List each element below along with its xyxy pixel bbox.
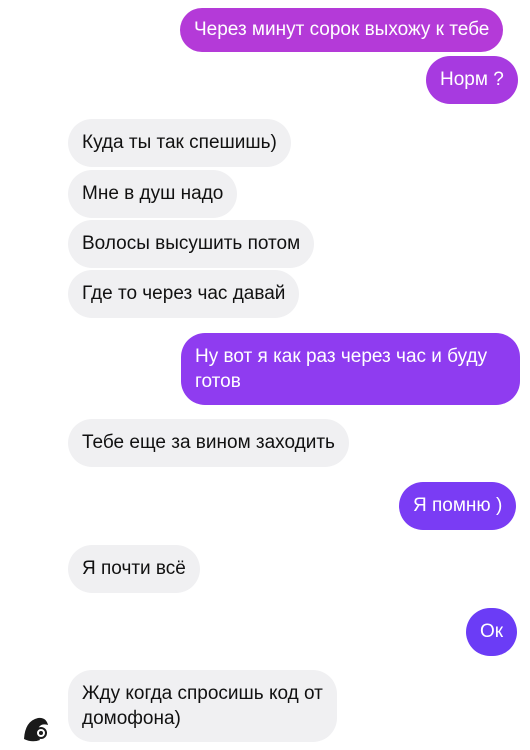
message-outgoing: Норм ?: [426, 56, 518, 104]
message-text: Где то через час давай: [82, 283, 286, 304]
message-incoming: Тебе еще за вином заходить: [68, 419, 349, 467]
message-incoming: Где то через час давай: [68, 270, 300, 318]
message-incoming: Мне в душ надо: [68, 170, 238, 218]
message-text: Ок: [480, 621, 504, 642]
message-incoming: Я почти всё: [68, 545, 200, 593]
contact-avatar-icon[interactable]: [20, 713, 52, 745]
message-text: Через минут сорок выхожу к тебе: [194, 19, 490, 40]
message-outgoing: Ок: [466, 608, 518, 656]
message-text: Я почти всё: [82, 558, 186, 579]
message-text: Я помню ): [413, 495, 503, 516]
message-text-line: Жду когда спросишь код от: [82, 683, 323, 704]
message-outgoing: Через минут сорок выхожу к тебе: [180, 8, 504, 52]
message-text-line: готов: [195, 371, 241, 392]
message-text: Тебе еще за вином заходить: [82, 432, 335, 453]
message-text-line: Ну вот я как раз через час и буду: [195, 346, 488, 367]
message-outgoing: Я помню ): [399, 482, 517, 530]
message-incoming: Куда ты так спешишь): [68, 119, 291, 167]
message-text-line: домофона): [82, 708, 181, 729]
message-outgoing: Ну вот я как раз через час и буду готов: [181, 333, 520, 405]
message-incoming: Волосы высушить потом: [68, 220, 315, 268]
message-incoming: Жду когда спросишь код от домофона): [68, 670, 337, 742]
message-text: Мне в душ надо: [82, 183, 224, 204]
message-text: Куда ты так спешишь): [82, 132, 277, 153]
message-text: Волосы высушить потом: [82, 233, 301, 254]
message-text: Норм ?: [440, 69, 504, 90]
